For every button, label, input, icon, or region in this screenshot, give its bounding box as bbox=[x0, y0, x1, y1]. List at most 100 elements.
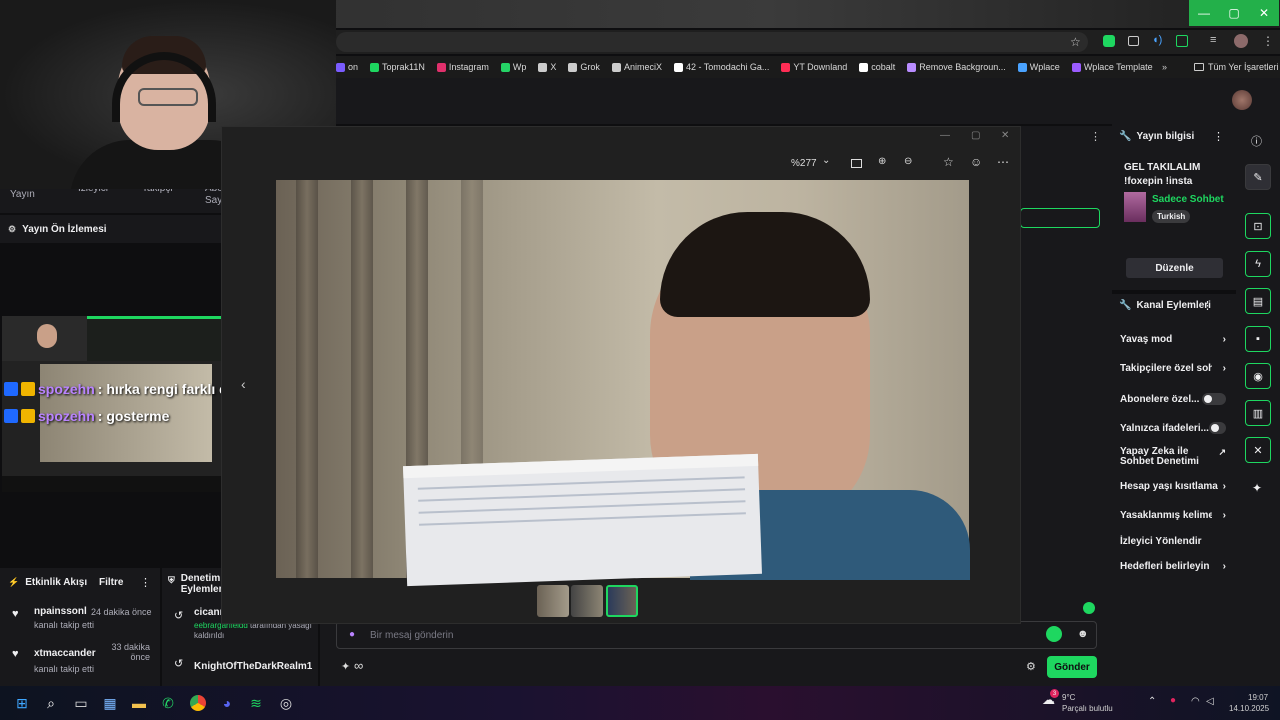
edit-stream-button[interactable]: Düzenle bbox=[1126, 258, 1223, 278]
address-input[interactable] bbox=[336, 32, 1088, 52]
favorite-star-icon[interactable]: ☆ bbox=[943, 155, 954, 169]
obs-icon[interactable]: ◎ bbox=[276, 693, 296, 713]
previous-image-icon[interactable]: ‹ bbox=[241, 376, 246, 392]
microphone-icon[interactable]: ● bbox=[1170, 695, 1176, 706]
chat-input[interactable]: ● Bir mesaj gönderin ☻ bbox=[336, 621, 1097, 649]
browser-menu-icon[interactable]: ⋮ bbox=[1262, 34, 1274, 48]
activity-menu-icon[interactable]: ⋮ bbox=[140, 576, 151, 589]
tray-overflow-icon[interactable]: ⌃ bbox=[1148, 696, 1156, 707]
language-tag[interactable]: Turkish bbox=[1152, 210, 1191, 223]
profile-avatar[interactable] bbox=[1234, 34, 1248, 48]
action-account-age[interactable]: Hesap yaşı kısıtlama › bbox=[1120, 481, 1226, 492]
filmstrip-thumbnail[interactable] bbox=[537, 585, 569, 617]
extension-wave-icon[interactable]: ◖) bbox=[1152, 34, 1162, 46]
clock-date[interactable]: 14.10.2025 bbox=[1229, 704, 1269, 713]
pencil-icon[interactable]: ✎ bbox=[1245, 164, 1271, 190]
task-view-icon[interactable]: ▭ bbox=[71, 693, 91, 713]
chat-settings-icon[interactable]: ⚙ bbox=[1026, 660, 1036, 673]
action-slow-mode[interactable]: Yavaş mod › bbox=[1120, 334, 1226, 345]
bookmark-item[interactable]: Instagram bbox=[436, 62, 489, 72]
search-icon[interactable]: ⌕ bbox=[41, 693, 61, 713]
send-button[interactable]: Gönder bbox=[1047, 656, 1097, 678]
viewer-more-icon[interactable]: ⋯ bbox=[997, 155, 1009, 169]
zoom-dropdown-icon[interactable]: ⌄ bbox=[822, 155, 830, 166]
bookmark-item[interactable]: Wplace bbox=[1017, 62, 1060, 72]
filter-button[interactable]: Filtre bbox=[99, 577, 123, 588]
bookmark-item[interactable]: cobalt bbox=[859, 62, 895, 72]
windows-start-icon[interactable]: ⊞ bbox=[12, 693, 32, 713]
volume-icon[interactable]: ◁ bbox=[1206, 696, 1214, 707]
filmstrip-thumbnail-active[interactable] bbox=[606, 585, 638, 617]
bookmark-star-icon[interactable]: ☆ bbox=[1070, 35, 1081, 49]
subscribers-only-toggle[interactable] bbox=[1202, 393, 1226, 405]
viewer-close-button[interactable]: ✕ bbox=[1001, 130, 1009, 141]
minimize-button[interactable]: — bbox=[1189, 0, 1219, 26]
zoom-level[interactable]: %277 bbox=[791, 158, 817, 169]
bookmark-item[interactable]: Wplace Template bbox=[1071, 62, 1153, 72]
infinity-icon[interactable]: ∞ bbox=[354, 658, 363, 673]
mic-icon[interactable]: ● bbox=[349, 629, 355, 640]
maximize-button[interactable]: ▢ bbox=[1219, 0, 1249, 26]
bookmark-item[interactable]: X bbox=[538, 62, 556, 72]
widgets-icon[interactable]: ▦ bbox=[100, 693, 120, 713]
bookmark-item[interactable]: Wp bbox=[500, 62, 526, 72]
emote-picker-icon[interactable]: ☻ bbox=[1077, 628, 1089, 640]
bookmark-item[interactable]: YT Downland bbox=[781, 62, 847, 72]
lightning-action-icon[interactable]: ϟ bbox=[1245, 251, 1271, 277]
bookmark-item[interactable]: Toprak11N bbox=[370, 62, 425, 72]
user-avatar[interactable] bbox=[1232, 90, 1252, 110]
all-bookmarks-folder[interactable]: Tüm Yer İşaretleri bbox=[1194, 62, 1279, 72]
extensions-puzzle-icon[interactable] bbox=[1176, 35, 1188, 47]
category-link[interactable]: Sadece Sohbet bbox=[1152, 194, 1224, 205]
mod-action-user[interactable]: KnightOfTheDarkRealm1 bbox=[194, 661, 312, 672]
chat-notice-icon[interactable] bbox=[1083, 602, 1095, 614]
stream-preview-thumbnail[interactable] bbox=[2, 316, 221, 492]
bookmark-item[interactable]: Remove Backgroun... bbox=[907, 62, 1006, 72]
bookmark-item[interactable]: Grok bbox=[568, 62, 600, 72]
wifi-icon[interactable]: ◠ bbox=[1191, 696, 1200, 707]
bookmark-item[interactable]: on bbox=[336, 62, 358, 72]
stream-info-menu-icon[interactable]: ⋮ bbox=[1213, 130, 1224, 143]
broadcast-icon[interactable]: ◉ bbox=[1245, 363, 1271, 389]
wrench-action-icon[interactable]: ✕ bbox=[1245, 437, 1271, 463]
emoji-icon[interactable]: ☺ bbox=[970, 155, 982, 169]
action-goals[interactable]: Hedefleri belirleyin › bbox=[1120, 561, 1226, 572]
file-explorer-icon[interactable]: ▬ bbox=[129, 693, 149, 713]
chrome-icon[interactable] bbox=[188, 693, 208, 713]
action-raid[interactable]: İzleyici Yönlendir bbox=[1120, 536, 1226, 547]
category-boxart[interactable] bbox=[1124, 192, 1146, 222]
chat-menu-icon[interactable]: ⋮ bbox=[1090, 130, 1101, 143]
zoom-in-icon[interactable]: ⊕ bbox=[878, 156, 886, 167]
viewer-maximize-button[interactable]: ▢ bbox=[971, 130, 980, 141]
action-followers-only[interactable]: Takipçilere özel soht › bbox=[1120, 363, 1226, 374]
filmstrip-thumbnail[interactable] bbox=[571, 585, 603, 617]
channel-actions-menu-icon[interactable]: ⋮ bbox=[1202, 299, 1213, 312]
zoom-out-icon[interactable]: ⊖ bbox=[904, 156, 912, 167]
bookmark-item[interactable]: 42 - Tomodachi Ga... bbox=[673, 62, 769, 72]
layers-icon[interactable]: ▥ bbox=[1245, 400, 1271, 426]
extension-box-icon[interactable] bbox=[1128, 36, 1139, 46]
close-window-button[interactable]: ✕ bbox=[1249, 0, 1279, 26]
whatsapp-icon[interactable]: ✆ bbox=[158, 693, 178, 713]
extension-shield-icon[interactable] bbox=[1103, 35, 1115, 47]
reading-list-icon[interactable]: ≡ bbox=[1210, 34, 1216, 46]
action-ai-moderation[interactable]: Yapay Zeka ile Sohbet Denetimi ↗ bbox=[1120, 447, 1226, 467]
activity-user[interactable]: xtmaccander bbox=[34, 648, 96, 659]
info-icon[interactable]: ⓘ bbox=[1251, 133, 1262, 149]
clip-icon[interactable]: ⊡ bbox=[1245, 213, 1271, 239]
chat-bubble-icon[interactable]: ▪ bbox=[1245, 326, 1271, 352]
action-banned-words[interactable]: Yasaklanmış kelimele › bbox=[1120, 510, 1226, 521]
document-icon[interactable]: ▤ bbox=[1245, 288, 1271, 314]
grammarly-icon[interactable] bbox=[1046, 626, 1062, 642]
fit-window-icon[interactable] bbox=[851, 159, 862, 168]
activity-user[interactable]: npainssonl bbox=[34, 606, 87, 617]
bookmark-item[interactable]: AnimeciX bbox=[611, 62, 662, 72]
spotify-icon[interactable]: ≋ bbox=[246, 693, 266, 713]
add-action-icon[interactable]: ✦ bbox=[1252, 481, 1262, 495]
clock-time[interactable]: 19:07 bbox=[1248, 693, 1268, 702]
chat-pinned-field[interactable] bbox=[1020, 208, 1100, 228]
viewer-minimize-button[interactable]: — bbox=[940, 130, 950, 141]
emotes-only-toggle[interactable] bbox=[1208, 422, 1226, 434]
points-icon[interactable]: ✦ bbox=[341, 660, 350, 673]
discord-icon[interactable]: ◕ bbox=[217, 693, 237, 713]
